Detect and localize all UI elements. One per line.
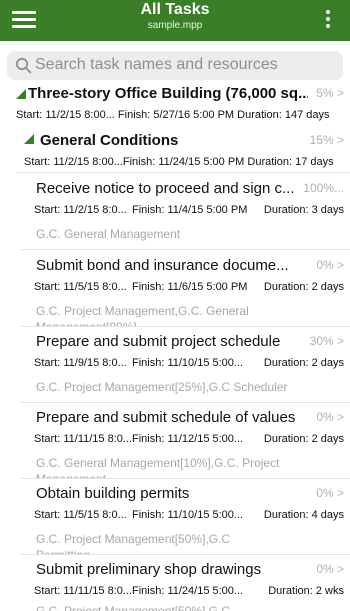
task-dates: Start: 11/2/15 8:00... Finish: 5/27/16 5… xyxy=(16,109,330,121)
task-resources-continued: Permitting xyxy=(36,548,90,554)
task-finish: Finish: 11/10/15 5:00... xyxy=(132,509,244,521)
task-start: Start: 11/11/15 8:0... xyxy=(34,585,133,597)
search-bar: Search task names and resources xyxy=(0,41,350,83)
summary-task-row[interactable]: General Conditions 15% > Start: 11/2/15 … xyxy=(16,128,350,173)
task-name: Prepare and submit schedule of values xyxy=(36,409,296,426)
expand-triangle-icon[interactable] xyxy=(16,89,26,99)
task-resources-continued: Management xyxy=(36,472,106,478)
task-start: Start: 11/5/15 8:0... xyxy=(34,281,127,293)
task-row[interactable]: Prepare and submit project schedule 30% … xyxy=(20,327,350,403)
search-icon xyxy=(15,57,32,74)
task-resources-continued: Management[80%] xyxy=(36,320,137,326)
task-finish: Finish: 11/6/15 5:00 PM xyxy=(132,281,248,293)
page-title: All Tasks xyxy=(140,1,210,18)
task-list: Three-story Office Building (76,000 sq..… xyxy=(0,83,350,611)
task-name: Obtain building permits xyxy=(36,485,190,502)
more-vertical-icon[interactable] xyxy=(324,9,332,31)
task-resources: G.C. Project Management[25%],G.C Schedul… xyxy=(36,380,288,394)
search-input[interactable]: Search task names and resources xyxy=(7,51,343,80)
task-row[interactable]: Submit preliminary shop drawings 0% > St… xyxy=(20,555,350,611)
task-duration: Duration: 4 days xyxy=(263,509,344,521)
task-name: Receive notice to proceed and sign c... xyxy=(36,180,295,197)
percent-complete: 0% > xyxy=(316,486,344,500)
task-resources: G.C. Project Management,G.C. General xyxy=(36,304,249,318)
task-finish: Finish: 11/24/15 5:00... xyxy=(132,585,244,597)
app-bar: All Tasks sample.mpp xyxy=(0,0,350,41)
percent-complete: 30% > xyxy=(309,334,344,348)
percent-complete: 5% > xyxy=(316,86,344,100)
task-duration: Duration: 2 days xyxy=(263,433,344,445)
task-resources: G.C. Project Management[50%],G.C xyxy=(36,532,231,546)
task-dates: Start: 11/2/15 8:00...Finish: 11/24/15 5… xyxy=(24,156,334,168)
task-duration: Duration: 3 days xyxy=(263,204,344,216)
task-row[interactable]: Obtain building permits 0% > Start: 11/5… xyxy=(20,479,350,555)
project-name: Three-story Office Building (76,000 sq..… xyxy=(28,85,308,102)
task-start: Start: 11/5/15 8:0... xyxy=(34,509,127,521)
task-finish: Finish: 11/10/15 5:00... xyxy=(132,357,244,369)
expand-triangle-icon[interactable] xyxy=(24,134,34,144)
task-duration: Duration: 2 days xyxy=(263,281,344,293)
task-start: Start: 11/11/15 8:0... xyxy=(34,433,133,445)
task-finish: Finish: 11/4/15 5:00 PM xyxy=(132,204,248,216)
task-duration: Duration: 2 wks xyxy=(268,585,344,597)
task-row[interactable]: Prepare and submit schedule of values 0%… xyxy=(20,403,350,479)
summary-task-name: General Conditions xyxy=(40,132,179,149)
task-resources: G.C. General Management[10%],G.C. Projec… xyxy=(36,456,280,470)
search-placeholder: Search task names and resources xyxy=(35,56,278,73)
task-finish: Finish: 11/12/15 5:00... xyxy=(132,433,244,445)
percent-complete: 15% > xyxy=(309,133,344,147)
task-start: Start: 11/2/15 8:0... xyxy=(34,204,127,216)
percent-complete: 0% > xyxy=(316,410,344,424)
percent-complete: 0% > xyxy=(316,258,344,272)
percent-complete: 100%... xyxy=(303,181,344,195)
task-name: Submit preliminary shop drawings xyxy=(36,561,262,578)
task-duration: Duration: 2 days xyxy=(263,357,344,369)
task-row[interactable]: Submit bond and insurance docume... 0% >… xyxy=(20,251,350,327)
file-name: sample.mpp xyxy=(147,20,203,31)
task-name: Submit bond and insurance docume... xyxy=(36,257,289,274)
task-row[interactable]: Receive notice to proceed and sign c... … xyxy=(20,174,350,250)
task-name: Prepare and submit project schedule xyxy=(36,333,281,350)
percent-complete: 0% > xyxy=(316,562,344,576)
task-start: Start: 11/9/15 8:0... xyxy=(34,357,127,369)
task-resources: G.C. Project Management[50%],G.C xyxy=(36,604,231,611)
project-row[interactable]: Three-story Office Building (76,000 sq..… xyxy=(0,83,350,128)
task-resources: G.C. General Management xyxy=(36,227,181,241)
